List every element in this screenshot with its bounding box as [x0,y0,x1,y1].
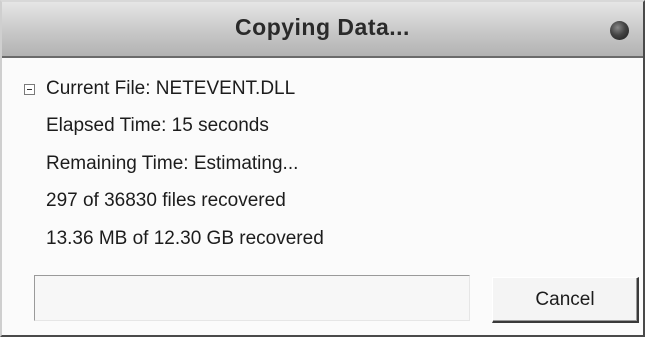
remaining-time-text: Remaining Time: Estimating... [46,153,299,174]
collapse-minus-icon[interactable] [24,84,35,95]
bytes-recovered-text: 13.36 MB of 12.30 GB recovered [46,228,324,249]
elapsed-time-text: Elapsed Time: 15 seconds [46,115,269,136]
cancel-button[interactable]: Cancel [492,277,639,323]
progress-bar [34,275,470,321]
window-control-dot-icon[interactable] [610,21,629,40]
copying-data-dialog: Copying Data... Current File: NETEVENT.D… [0,0,645,337]
current-file-text: Current File: NETEVENT.DLL [46,78,296,99]
files-recovered-text: 297 of 36830 files recovered [46,190,286,211]
title-bar[interactable]: Copying Data... [2,2,643,58]
dialog-title: Copying Data... [235,14,410,40]
